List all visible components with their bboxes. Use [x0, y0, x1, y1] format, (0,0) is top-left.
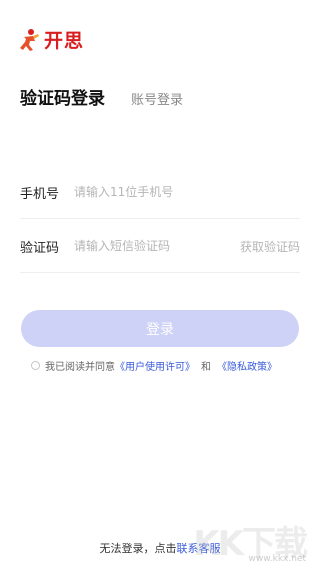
brand-name: 开思 — [44, 30, 85, 52]
brand-logo: 开思 — [18, 26, 84, 53]
login-button[interactable]: 登录 — [21, 310, 299, 347]
agreement-row: 我已阅读并同意 《用户使用许可》 和 《隐私政策》 — [31, 358, 277, 373]
agree-checkbox[interactable] — [31, 361, 40, 370]
code-label: 验证码 — [20, 240, 60, 256]
tab-account-login[interactable]: 账号登录 — [131, 89, 183, 108]
watermark: KK下载 www.kkx.net — [184, 516, 314, 566]
footer-text: 无法登录，点击 — [99, 542, 177, 555]
code-input[interactable] — [74, 239, 240, 253]
login-tabs: 验证码登录 账号登录 — [20, 84, 183, 109]
get-code-button[interactable]: 获取验证码 — [240, 238, 300, 255]
phone-row: 手机号 — [20, 166, 300, 219]
runner-logo-icon — [20, 28, 39, 51]
phone-label: 手机号 — [20, 186, 60, 202]
watermark-url: www.kkx.net — [248, 554, 307, 564]
phone-input[interactable] — [74, 185, 300, 199]
code-row: 验证码 获取验证码 — [20, 220, 300, 273]
agreement-prefix: 我已阅读并同意 — [45, 362, 115, 373]
tab-code-login[interactable]: 验证码登录 — [20, 84, 105, 109]
privacy-policy-link[interactable]: 《隐私政策》 — [217, 358, 277, 373]
user-license-link[interactable]: 《用户使用许可》 — [115, 358, 195, 373]
agreement-and: 和 — [201, 362, 211, 373]
